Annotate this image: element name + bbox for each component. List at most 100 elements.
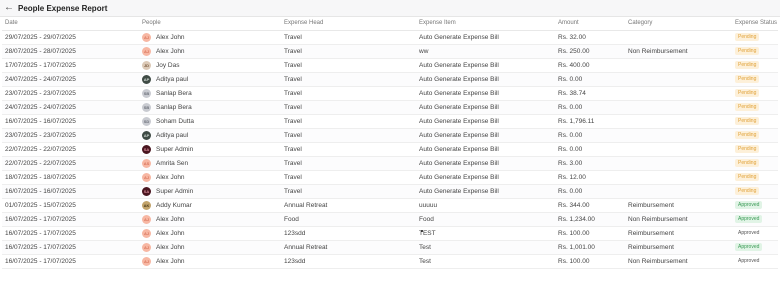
status-badge: Pending [735,61,760,69]
category-cell: Reimbursement [625,198,732,213]
expense-item-cell: Test [416,240,555,255]
date-cell: 22/07/2025 - 22/07/2025 [2,142,139,157]
table-row[interactable]: 24/07/2025 - 24/07/2025 SB Sanlap Bera Trav… [2,100,778,115]
person-name: Alex John [156,47,185,55]
column-header-expense-item[interactable]: Expense Item [416,17,555,31]
table-row[interactable]: 24/07/2025 - 24/07/2025 AP Aditya paul Trav… [2,72,778,87]
table-row[interactable]: 16/07/2025 - 17/07/2025 AJ Alex John Annual… [2,240,778,255]
person-name: Alex John [156,33,185,41]
category-cell: Reimbursement [625,240,732,255]
status-badge: Approved [735,215,763,223]
expense-item-cell: Auto Generate Expense Bill [416,184,555,199]
expense-head-cell: Travel [281,58,416,73]
avatar: JD [142,60,151,70]
person-name: Addy Kumar [156,201,192,209]
expense-head-cell: Travel [281,128,416,143]
category-cell [625,128,732,143]
avatar: SA [142,186,151,196]
date-cell: 23/07/2025 - 23/07/2025 [2,128,139,143]
amount-cell: Rs. 0.00 [555,184,625,199]
expense-head-cell: Travel [281,30,416,45]
table-row[interactable]: 22/07/2025 - 22/07/2025 SA Super Admin Trav… [2,142,778,157]
person-name: Joy Das [156,61,180,69]
status-cell: Pending [732,128,778,143]
table-row[interactable]: 01/07/2025 - 15/07/2025 AK Addy Kumar Annua… [2,198,778,213]
person-cell: SD Soham Dutta [139,114,281,129]
amount-cell: Rs. 0.00 [555,128,625,143]
date-cell: 17/07/2025 - 17/07/2025 [2,58,139,73]
column-header-expense-head[interactable]: Expense Head [281,17,416,31]
status-badge: Approved [738,230,760,236]
expense-head-cell: Travel [281,44,416,59]
column-header-amount[interactable]: Amount [555,17,625,31]
page-header: ← People Expense Report [0,0,780,17]
person-cell: AJ Alex John [139,170,281,185]
column-header-date[interactable]: Date [2,17,139,31]
person-cell: SB Sanlap Bera [139,100,281,115]
table-row[interactable]: 22/07/2025 - 22/07/2025 AS Amrita Sen Trave… [2,156,778,171]
table-row[interactable]: 16/07/2025 - 17/07/2025 AJ Alex John 123sdd… [2,226,778,241]
category-cell [625,100,732,115]
status-badge: Pending [735,145,760,153]
person-name: Amrita Sen [156,159,189,167]
arrow-left-icon[interactable]: ← [4,3,16,13]
status-cell: Pending [732,114,778,129]
category-cell: Non Reimbursement [625,44,732,59]
person-name: Alex John [156,243,185,251]
status-badge: Approved [738,258,760,264]
table-row[interactable]: 16/07/2025 - 16/07/2025 SD Soham Dutta Trav… [2,114,778,129]
table-row[interactable]: 18/07/2025 - 18/07/2025 AJ Alex John Travel… [2,170,778,185]
category-cell: Non Reimbursement [625,254,732,269]
date-cell: 16/07/2025 - 17/07/2025 [2,226,139,241]
person-cell: AJ Alex John [139,30,281,45]
person-name: Super Admin [156,187,194,195]
column-header-expense-status[interactable]: Expense Status [732,17,778,31]
category-cell [625,72,732,87]
category-cell [625,30,732,45]
person-name: Alex John [156,229,185,237]
avatar: AJ [142,32,151,42]
status-badge: Pending [735,103,760,111]
table-row[interactable]: 28/07/2025 - 28/07/2025 AJ Alex John Travel… [2,44,778,59]
table-row[interactable]: 23/07/2025 - 23/07/2025 SB Sanlap Bera Trav… [2,86,778,101]
column-header-people[interactable]: People [139,17,281,31]
column-header-category[interactable]: Category [625,17,732,31]
avatar: SB [142,88,151,98]
table-row[interactable]: 16/07/2025 - 16/07/2025 SA Super Admin Trav… [2,184,778,199]
amount-cell: Rs. 1,001.00 [555,240,625,255]
status-cell: Approved [732,240,778,255]
expense-item-cell: Auto Generate Expense Bill [416,30,555,45]
table-row[interactable]: 23/07/2025 - 23/07/2025 AP Aditya paul Trav… [2,128,778,143]
expense-item-cell: Auto Generate Expense Bill [416,142,555,157]
person-cell: AJ Alex John [139,44,281,59]
status-badge: Pending [735,47,760,55]
status-cell: Approved [732,198,778,213]
status-cell: Approved [732,212,778,227]
status-cell: Pending [732,58,778,73]
page-title: People Expense Report [18,3,108,13]
person-name: Alex John [156,257,185,265]
table-header-row: Date People Expense Head Expense Item Am… [2,17,778,31]
status-badge: Pending [735,89,760,97]
table-row[interactable]: 29/07/2025 - 29/07/2025 AJ Alex John Travel… [2,30,778,45]
amount-cell: Rs. 3.00 [555,156,625,171]
category-cell [625,114,732,129]
person-cell: AK Addy Kumar [139,198,281,213]
person-name: Alex John [156,215,185,223]
amount-cell: Rs. 400.00 [555,58,625,73]
person-cell: AJ Alex John [139,212,281,227]
expense-table: Date People Expense Head Expense Item Am… [2,17,778,269]
date-cell: 24/07/2025 - 24/07/2025 [2,72,139,87]
amount-cell: Rs. 100.00 [555,254,625,269]
person-cell: SA Super Admin [139,184,281,199]
expense-item-cell: uuuuu [416,198,555,213]
amount-cell: Rs. 0.00 [555,142,625,157]
table-row[interactable]: 16/07/2025 - 17/07/2025 AJ Alex John Food Fo… [2,212,778,227]
amount-cell: Rs. 12.00 [555,170,625,185]
category-cell: Reimbursement [625,226,732,241]
table-row[interactable]: 16/07/2025 - 17/07/2025 AJ Alex John 123sdd… [2,254,778,269]
person-name: Aditya paul [156,131,189,139]
avatar: SB [142,102,151,112]
table-row[interactable]: 17/07/2025 - 17/07/2025 JD Joy Das Travel Au… [2,58,778,73]
category-cell [625,170,732,185]
